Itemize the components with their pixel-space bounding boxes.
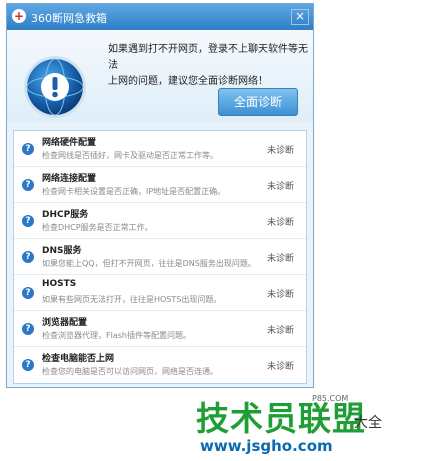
title-bar: + 360断网急救箱 × [7, 4, 313, 30]
network-rescue-window: + 360断网急救箱 × 如果遇到打不开网页，登录不上聊天软件等无法 上网的问题… [6, 3, 314, 388]
header-panel: 如果遇到打不开网页，登录不上聊天软件等无法 上网的问题，建议您全面诊断网络！ 全… [7, 30, 313, 122]
check-desc: 检查浏览器代理，Flash插件等配置问题。 [42, 331, 191, 340]
check-row-connection[interactable]: ? 网络连接配置 检查网卡相关设置是否正确，IP地址是否配置正确。 未诊断 [14, 167, 306, 203]
check-name: DHCP服务 [42, 210, 89, 220]
question-icon: ? [22, 359, 34, 371]
window-title: 360断网急救箱 [31, 12, 107, 25]
check-name: 网络连接配置 [42, 174, 97, 184]
watermark-mid-text: P85.COM [312, 394, 349, 403]
check-desc: 如果有些网页无法打开，往往是HOSTS出现问题。 [42, 295, 222, 304]
check-name: 浏览器配置 [42, 318, 88, 328]
warning-globe-icon [24, 56, 86, 118]
message-line-1: 如果遇到打不开网页，登录不上聊天软件等无法 [108, 44, 308, 71]
check-status: 未诊断 [266, 362, 294, 372]
diagnose-message: 如果遇到打不开网页，登录不上聊天软件等无法 上网的问题，建议您全面诊断网络！ [108, 42, 308, 90]
check-desc: 检查网卡相关设置是否正确，IP地址是否配置正确。 [42, 187, 226, 196]
check-name: DNS服务 [42, 246, 82, 256]
close-button[interactable]: × [291, 9, 309, 25]
check-list: ? 网络硬件配置 检查网线是否插好，网卡及驱动是否正常工作等。 未诊断 ? 网络… [13, 130, 307, 384]
check-row-internet[interactable]: ? 检查电脑能否上网 检查您的电脑是否可以访问网页，网络是否连通。 未诊断 [14, 347, 306, 383]
question-icon: ? [22, 143, 34, 155]
check-status: 未诊断 [266, 146, 294, 156]
check-row-hardware[interactable]: ? 网络硬件配置 检查网线是否插好，网卡及驱动是否正常工作等。 未诊断 [14, 131, 306, 167]
check-desc: 如果您能上QQ，但打不开网页，往往是DNS服务出现问题。 [42, 259, 256, 268]
check-status: 未诊断 [266, 290, 294, 300]
full-diagnose-button[interactable]: 全面诊断 [218, 88, 298, 116]
watermark-side-text: 大全 [354, 415, 382, 431]
check-status: 未诊断 [266, 254, 294, 264]
check-desc: 检查DHCP服务是否正常工作。 [42, 223, 153, 232]
check-status: 未诊断 [266, 218, 294, 228]
check-name: 检查电脑能否上网 [42, 354, 115, 364]
question-icon: ? [22, 287, 34, 299]
app-logo-icon: + [12, 9, 26, 23]
check-row-browser[interactable]: ? 浏览器配置 检查浏览器代理，Flash插件等配置问题。 未诊断 [14, 311, 306, 347]
check-status: 未诊断 [266, 182, 294, 192]
check-desc: 检查网线是否插好，网卡及驱动是否正常工作等。 [42, 151, 218, 160]
question-icon: ? [22, 323, 34, 335]
check-row-dns[interactable]: ? DNS服务 如果您能上QQ，但打不开网页，往往是DNS服务出现问题。 未诊断 [14, 239, 306, 275]
watermark-url: www.jsgho.com [200, 437, 333, 455]
check-row-dhcp[interactable]: ? DHCP服务 检查DHCP服务是否正常工作。 未诊断 [14, 203, 306, 239]
question-icon: ? [22, 215, 34, 227]
site-watermark: 技术员联盟 P85.COM 大全 www.jsgho.com [196, 392, 424, 458]
check-row-hosts[interactable]: ? HOSTS 如果有些网页无法打开，往往是HOSTS出现问题。 未诊断 [14, 275, 306, 311]
question-icon: ? [22, 179, 34, 191]
question-icon: ? [22, 251, 34, 263]
check-desc: 检查您的电脑是否可以访问网页，网络是否连通。 [42, 367, 218, 376]
check-name: 网络硬件配置 [42, 138, 97, 148]
check-name: HOSTS [42, 279, 77, 289]
check-status: 未诊断 [266, 326, 294, 336]
